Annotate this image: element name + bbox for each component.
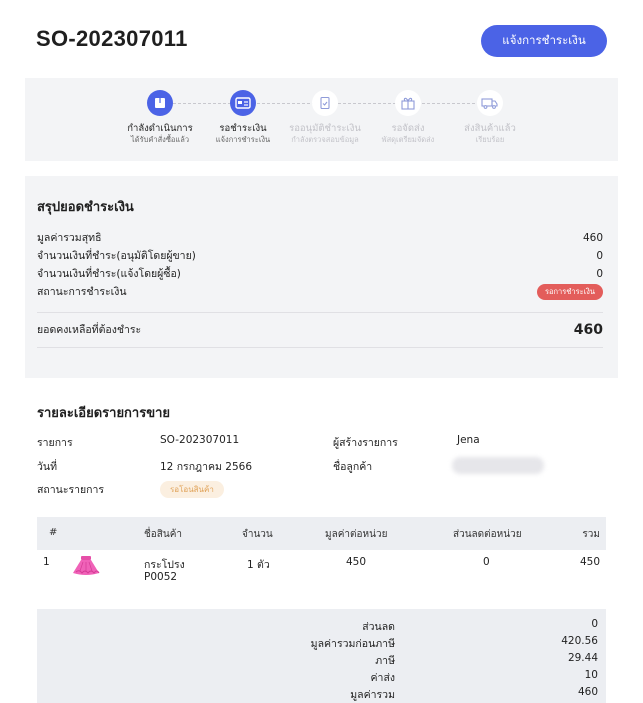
- payment-card-icon: [230, 90, 256, 116]
- divider: [37, 347, 603, 348]
- shipping-label: ค่าส่ง: [370, 672, 395, 684]
- summary-row: มูลค่ารวมสุทธิ 460: [37, 229, 603, 246]
- column-header: จำนวน: [242, 529, 273, 540]
- order-status-label: สถานะรายการ: [37, 484, 105, 496]
- summary-row: จำนวนเงินที่ชำระ(แจ้งโดยผู้ซื้อ) 0: [37, 265, 603, 282]
- order-status-badge: รอโอนสินค้า: [160, 481, 224, 498]
- payment-summary-card: สรุปยอดชำระเงิน มูลค่ารวมสุทธิ 460 จำนวน…: [25, 176, 618, 378]
- shipping-value: 10: [584, 669, 598, 681]
- truck-icon: [477, 90, 503, 116]
- divider: [37, 312, 603, 313]
- payment-status-label: สถานะการชำระเงิน: [37, 286, 127, 298]
- order-progress-stepper: กำลังดำเนินการ ได้รับคำสั่งซื้อแล้ว รอชำ…: [25, 78, 618, 161]
- balance-label: ยอดคงเหลือที่ต้องชำระ: [37, 324, 142, 336]
- date-value: 12 กรกฎาคม 2566: [160, 461, 253, 473]
- document-check-icon: [312, 90, 338, 116]
- step-label: รอจัดส่ง: [391, 123, 425, 134]
- subtotal-label: มูลค่ารวมก่อนภาษี: [310, 638, 395, 650]
- column-header: รวม: [582, 529, 600, 540]
- balance-value: 460: [573, 321, 603, 338]
- step-label: กำลังดำเนินการ: [127, 123, 193, 134]
- column-header: ส่วนลดต่อหน่วย: [453, 529, 522, 540]
- summary-row: จำนวนเงินที่ชำระ(อนุมัติโดยผู้ขาย) 0: [37, 247, 603, 264]
- table-totals: ส่วนลด 0 มูลค่ารวมก่อนภาษี 420.56 ภาษี 2…: [37, 609, 606, 703]
- item-value: SO-202307011: [160, 434, 240, 446]
- row-total: 450: [579, 556, 600, 568]
- notify-payment-button[interactable]: แจ้งการชำระเงิน: [481, 25, 607, 57]
- column-header: #: [49, 527, 58, 538]
- step-label: รอชำระเงิน: [219, 123, 267, 134]
- tax-label: ภาษี: [375, 655, 395, 667]
- step-awaiting-payment: รอชำระเงิน แจ้งการชำระเงิน: [203, 90, 283, 145]
- column-header: ชื่อสินค้า: [144, 529, 183, 540]
- unit-discount: 0: [483, 556, 490, 568]
- product-code: P0052: [144, 571, 178, 583]
- step-awaiting-shipment: รอจัดส่ง พัสดุเตรียมจัดส่ง: [368, 90, 448, 145]
- summary-row-label: มูลค่ารวมสุทธิ: [37, 232, 102, 244]
- row-number: 1: [43, 556, 50, 568]
- column-header: มูลค่าต่อหน่วย: [325, 529, 388, 540]
- customer-label: ชื่อลูกค้า: [333, 461, 373, 473]
- step-processing: กำลังดำเนินการ ได้รับคำสั่งซื้อแล้ว: [120, 90, 200, 145]
- discount-label: ส่วนลด: [362, 621, 395, 633]
- creator-label: ผู้สร้างรายการ: [333, 437, 398, 449]
- payment-status-row: สถานะการชำระเงิน รอการชำระเงิน: [37, 283, 603, 300]
- summary-row-label: จำนวนเงินที่ชำระ(อนุมัติโดยผู้ขาย): [37, 250, 196, 262]
- tax-value: 29.44: [567, 652, 598, 664]
- customer-name-blurred: [452, 457, 544, 474]
- creator-value: Jena: [457, 434, 480, 446]
- item-label: รายการ: [37, 437, 73, 449]
- step-label: รออนุมัติชำระเงิน: [289, 123, 361, 134]
- details-title: รายละเอียดรายการขาย: [37, 406, 171, 421]
- payment-status-badge: รอการชำระเงิน: [536, 283, 603, 300]
- table-row: 1 กระโปรง P0052 1 ตัว 450 0 450: [37, 550, 606, 609]
- step-sub: เรียบร้อย: [475, 135, 505, 144]
- summary-row-value: 0: [596, 267, 603, 280]
- summary-row-label: จำนวนเงินที่ชำระ(แจ้งโดยผู้ซื้อ): [37, 268, 181, 280]
- page-header: SO-202307011 แจ้งการชำระเงิน: [0, 0, 643, 80]
- unit-price: 450: [346, 556, 367, 568]
- step-label: ส่งสินค้าแล้ว: [464, 123, 516, 134]
- date-label: วันที่: [37, 461, 57, 473]
- grand-total-value: 460: [577, 686, 598, 698]
- summary-row-value: 0: [596, 249, 603, 262]
- summary-row-value: 460: [582, 231, 603, 244]
- gift-box-icon: [395, 90, 421, 116]
- balance-row: ยอดคงเหลือที่ต้องชำระ 460: [37, 321, 603, 338]
- subtotal-value: 420.56: [561, 635, 598, 647]
- quantity: 1 ตัว: [247, 559, 270, 571]
- discount-value: 0: [591, 618, 598, 630]
- step-sub: แจ้งการชำระเงิน: [215, 135, 271, 144]
- order-title: SO-202307011: [36, 26, 188, 51]
- summary-title: สรุปยอดชำระเงิน: [37, 200, 134, 215]
- step-awaiting-approval: รออนุมัติชำระเงิน กำลังตรวจสอบข้อมูล: [285, 90, 365, 145]
- grand-total-label: มูลค่ารวม: [350, 689, 395, 701]
- step-shipped: ส่งสินค้าแล้ว เรียบร้อย: [450, 90, 530, 145]
- table-header: # ชื่อสินค้า จำนวน มูลค่าต่อหน่วย ส่วนลด…: [37, 517, 606, 550]
- pink-skirt-image: [71, 554, 101, 581]
- box-icon: [147, 90, 173, 116]
- step-sub: พัสดุเตรียมจัดส่ง: [381, 135, 435, 144]
- step-sub: กำลังตรวจสอบข้อมูล: [291, 135, 359, 144]
- step-sub: ได้รับคำสั่งซื้อแล้ว: [130, 135, 190, 144]
